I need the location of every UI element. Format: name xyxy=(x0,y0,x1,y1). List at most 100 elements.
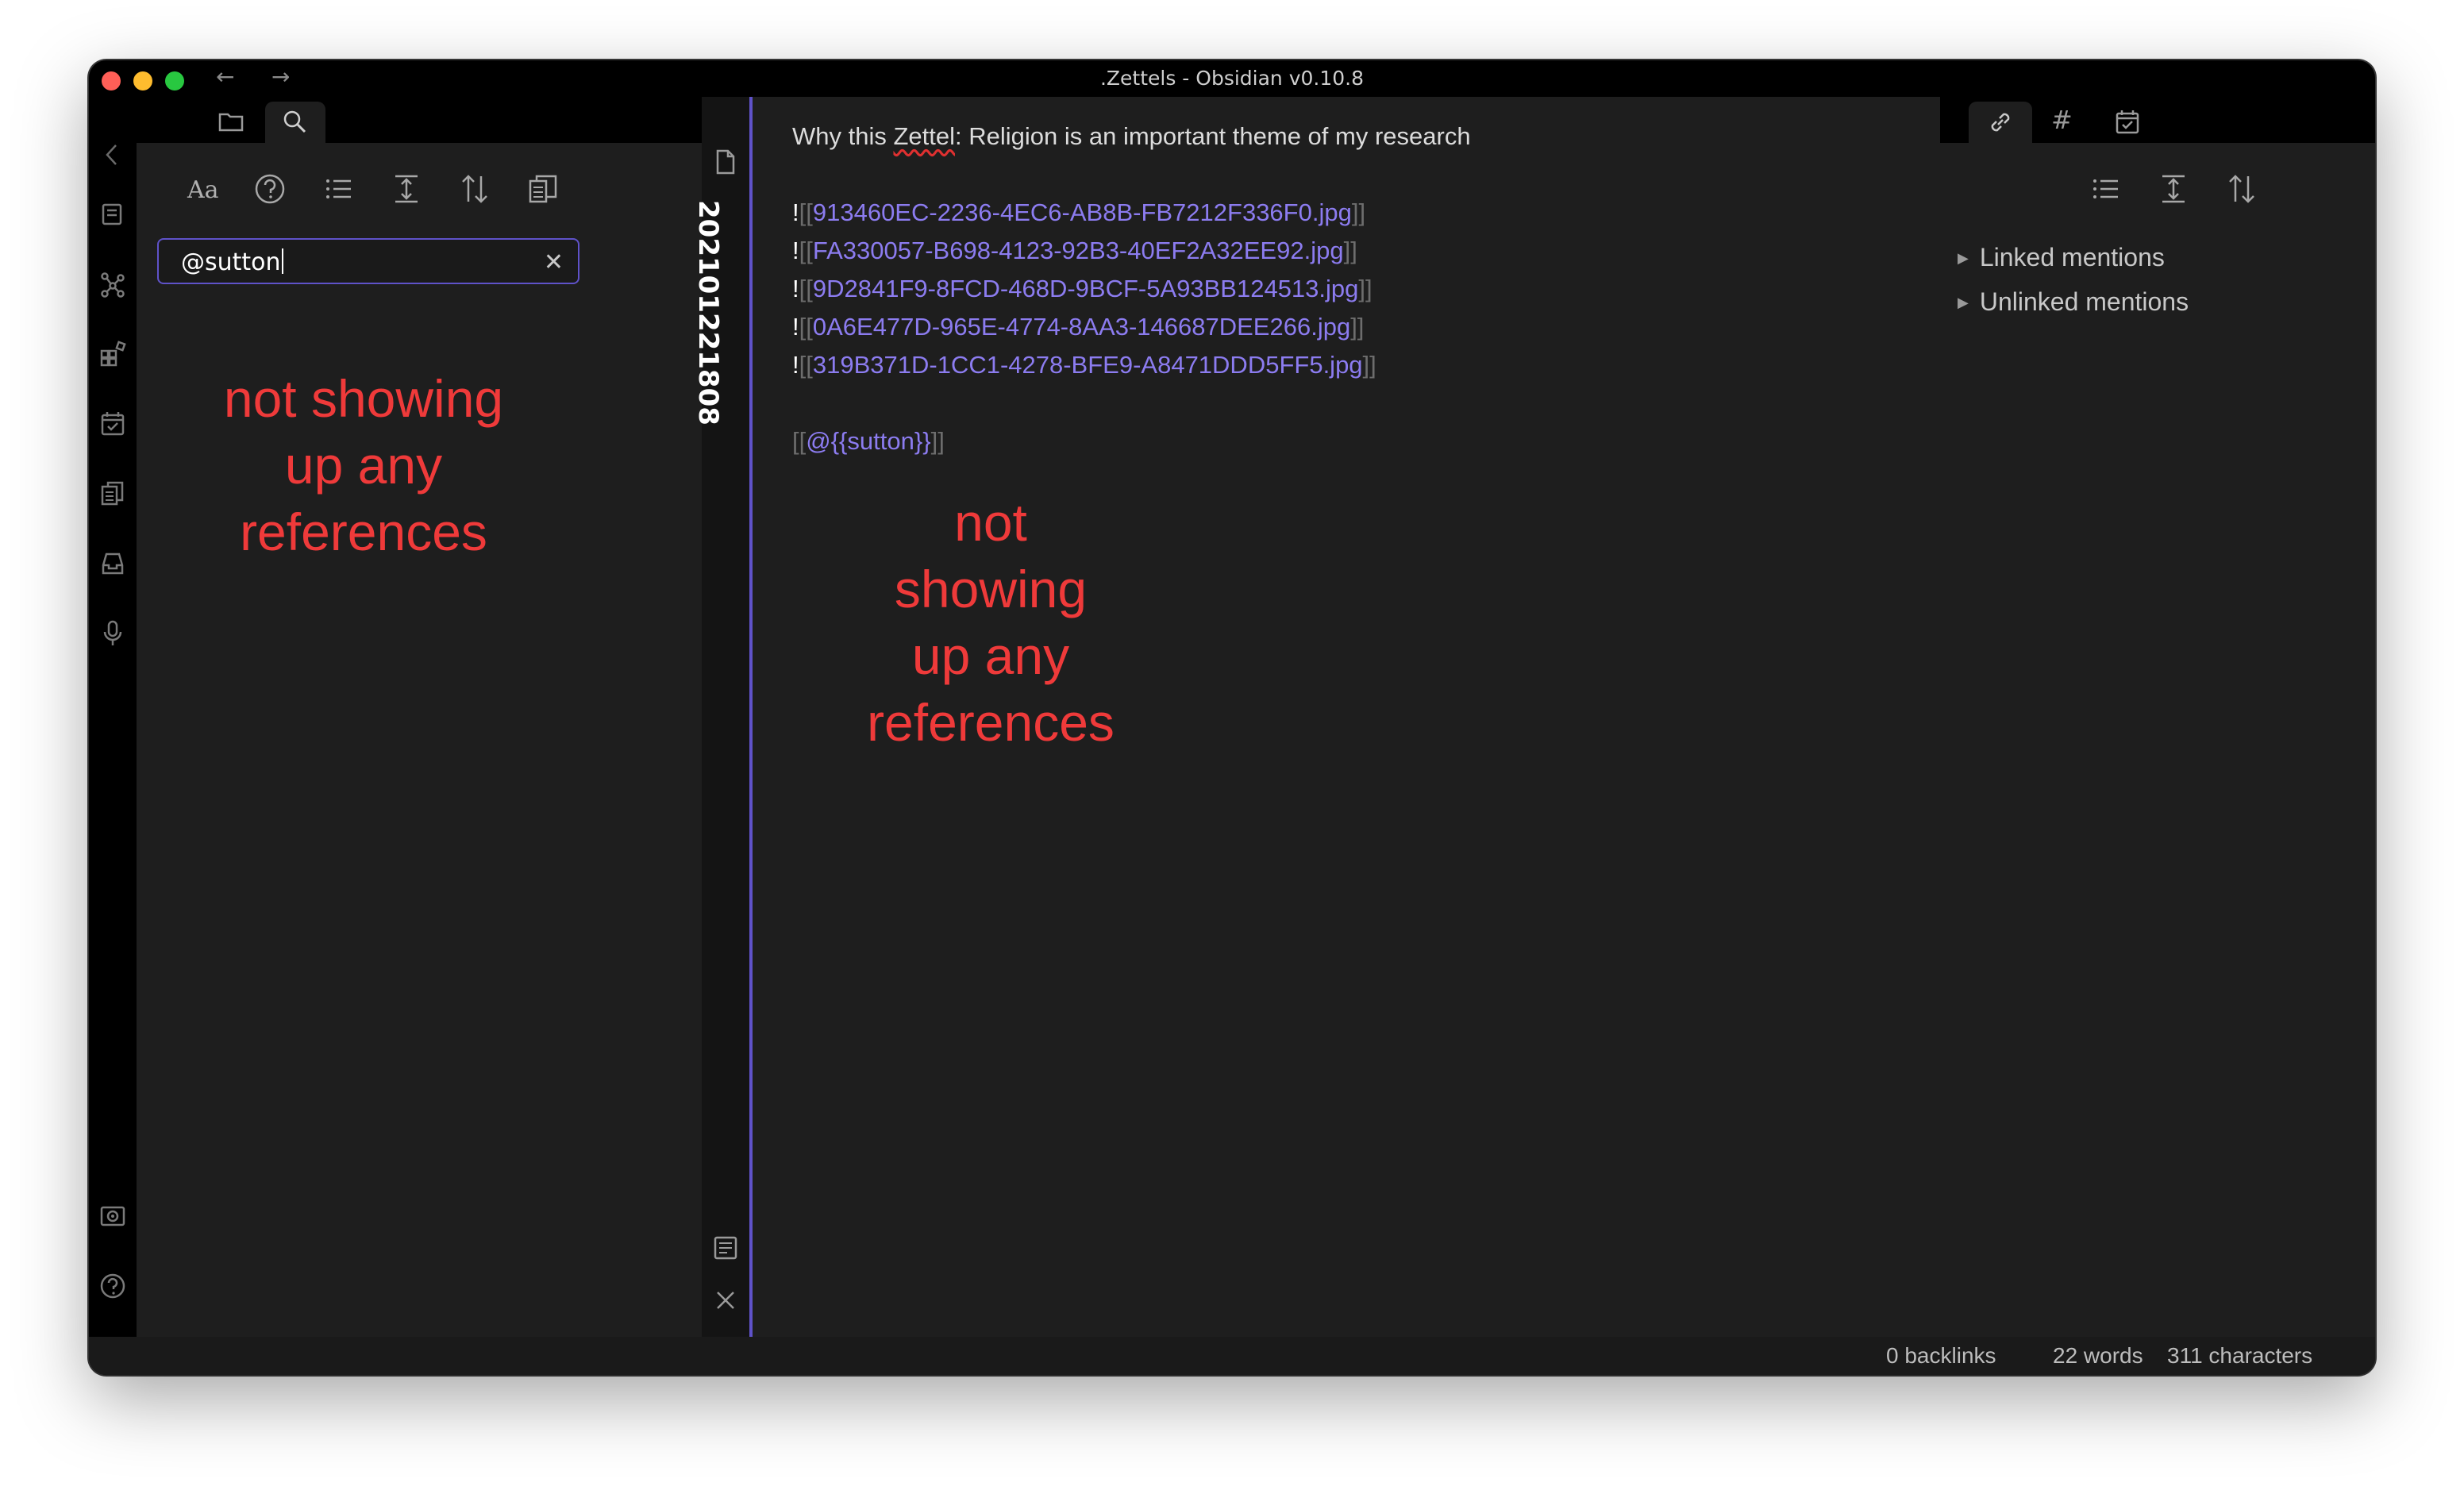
tab-tags[interactable]: # xyxy=(2032,102,2096,143)
reference-link[interactable]: @{{sutton}} xyxy=(806,427,930,455)
embed-marker: ! xyxy=(792,313,799,341)
help-icon[interactable] xyxy=(98,1272,127,1300)
sort-button[interactable] xyxy=(2224,171,2266,213)
close-brackets: ]] xyxy=(1343,237,1357,264)
open-brackets: [[ xyxy=(799,198,813,226)
collapse-icon xyxy=(395,175,418,203)
collapse-results-button[interactable] xyxy=(2088,171,2129,213)
search-help-button[interactable] xyxy=(252,171,294,213)
note-title[interactable]: 202101221808 xyxy=(692,200,724,425)
embed-marker: ! xyxy=(792,198,799,226)
left-sidebar-tabs xyxy=(137,97,702,143)
sort-button[interactable] xyxy=(457,171,499,213)
close-brackets: ]] xyxy=(930,427,945,455)
reference-link-line[interactable]: [[@{{sutton}}]] xyxy=(792,427,945,456)
collapse-triangle-icon: ▶ xyxy=(1958,250,1969,266)
sort-icon xyxy=(462,175,487,203)
templates-icon[interactable] xyxy=(98,479,127,508)
image-link[interactable]: 319B371D-1CC1-4278-BFE9-A8471DDD5FF5.jpg xyxy=(813,351,1363,379)
open-brackets: [[ xyxy=(792,427,807,455)
show-more-context-button[interactable] xyxy=(389,171,430,213)
text-caret xyxy=(281,248,283,274)
image-embed-line[interactable]: ![[FA330057-B698-4123-92B3-40EF2A32EE92.… xyxy=(792,237,1357,265)
match-case-button[interactable]: Aa xyxy=(184,171,225,213)
note-editor[interactable]: Why this Zettel: Religion is an importan… xyxy=(753,97,1940,1361)
text-span: Why this xyxy=(792,122,894,150)
preview-mode-icon[interactable] xyxy=(711,1234,740,1262)
close-pane-icon[interactable] xyxy=(711,1286,740,1315)
list-icon xyxy=(2093,179,2118,198)
annotation-line: not showing xyxy=(894,493,1088,618)
open-brackets: [[ xyxy=(799,237,813,264)
tab-calendar[interactable] xyxy=(2096,102,2159,143)
image-embed-line[interactable]: ![[0A6E477D-965E-4774-8AA3-146687DEE266.… xyxy=(792,313,1364,341)
annotation-line: references xyxy=(867,693,1115,752)
annotation-line: up any xyxy=(911,626,1070,685)
word-count: 22 words xyxy=(2053,1343,2143,1368)
unlinked-mentions-label: Unlinked mentions xyxy=(1979,287,2189,316)
sort-icon xyxy=(2229,175,2254,203)
window-title: .Zettels - Obsidian v0.10.8 xyxy=(1099,67,1365,90)
image-embed-line[interactable]: ![[9D2841F9-8FCD-468D-9BCF-5A93BB124513.… xyxy=(792,275,1373,303)
copy-results-icon xyxy=(529,175,557,203)
annotation-editor: not showing up any references xyxy=(856,489,1126,756)
embed-marker: ! xyxy=(792,237,799,264)
image-link[interactable]: FA330057-B698-4123-92B3-40EF2A32EE92.jpg xyxy=(813,237,1344,264)
annotation-left: not showing up any references xyxy=(137,365,591,565)
tab-backlinks[interactable] xyxy=(1969,102,2032,143)
image-link[interactable]: 9D2841F9-8FCD-468D-9BCF-5A93BB124513.jpg xyxy=(813,275,1359,302)
obsidian-window: ← → .Zettels - Obsidian v0.10.8 Aa @sutt… xyxy=(89,60,2375,1375)
character-count: 311 characters xyxy=(2167,1343,2313,1368)
plugins-icon[interactable] xyxy=(98,340,127,368)
collapse-triangle-icon: ▶ xyxy=(1958,295,1969,310)
tab-file-explorer[interactable] xyxy=(202,102,262,143)
list-icon xyxy=(326,179,351,198)
embed-marker: ! xyxy=(792,275,799,302)
close-brackets: ]] xyxy=(1351,198,1366,226)
image-link[interactable]: 913460EC-2236-4EC6-AB8B-FB7212F336F0.jpg xyxy=(813,198,1352,226)
daily-note-icon[interactable] xyxy=(98,410,127,438)
editor-line: Why this Zettel: Religion is an importan… xyxy=(792,122,1471,151)
file-icon[interactable] xyxy=(711,148,740,176)
open-brackets: [[ xyxy=(799,313,813,341)
editor-header-strip: 202101221808 xyxy=(692,97,749,1365)
misspelled-word[interactable]: Zettel xyxy=(893,122,955,150)
right-sidebar-tabs: # xyxy=(1940,97,2375,143)
image-embed-line[interactable]: ![[913460EC-2236-4EC6-AB8B-FB7212F336F0.… xyxy=(792,198,1365,227)
open-quick-switcher-icon[interactable] xyxy=(98,200,127,229)
text-span: : Religion is an important theme of my r… xyxy=(955,122,1471,150)
search-toolbar: Aa xyxy=(137,171,702,219)
annotation-line: not showing xyxy=(223,369,504,428)
vault-icon[interactable] xyxy=(98,1202,127,1230)
search-pane: Aa @sutton ✕ not showing up any referenc… xyxy=(137,143,702,1361)
clear-search-icon[interactable]: ✕ xyxy=(544,240,564,286)
unlinked-mentions-toggle[interactable]: ▶ Unlinked mentions xyxy=(1958,287,2189,317)
tab-search[interactable] xyxy=(265,102,325,143)
archive-icon[interactable] xyxy=(98,549,127,578)
image-link[interactable]: 0A6E477D-965E-4774-8AA3-146687DEE266.jpg xyxy=(813,313,1350,341)
match-case-icon: Aa xyxy=(187,176,219,204)
search-input[interactable]: @sutton ✕ xyxy=(157,238,579,284)
linked-mentions-label: Linked mentions xyxy=(1979,243,2165,271)
annotation-line: up any xyxy=(284,436,443,495)
collapse-left-sidebar-icon[interactable] xyxy=(103,143,121,167)
copy-results-button[interactable] xyxy=(526,171,567,213)
open-brackets: [[ xyxy=(799,351,813,379)
collapse-results-button[interactable] xyxy=(321,171,362,213)
calendar-icon xyxy=(2116,110,2139,134)
close-brackets: ]] xyxy=(1358,275,1373,302)
show-more-context-button[interactable] xyxy=(2156,171,2197,213)
search-icon xyxy=(283,110,306,133)
backlinks-pane: ▶ Linked mentions ▶ Unlinked mentions xyxy=(1940,143,2375,1361)
graph-view-icon[interactable] xyxy=(98,270,127,298)
audio-recorder-icon[interactable] xyxy=(98,619,127,648)
tag-icon: # xyxy=(2051,105,2073,135)
title-bar: ← → .Zettels - Obsidian v0.10.8 xyxy=(89,60,2375,97)
image-embed-line[interactable]: ![[319B371D-1CC1-4278-BFE9-A8471DDD5FF5.… xyxy=(792,351,1376,379)
folder-icon xyxy=(218,113,244,132)
left-ribbon xyxy=(89,97,137,1368)
linked-mentions-toggle[interactable]: ▶ Linked mentions xyxy=(1958,243,2165,272)
close-brackets: ]] xyxy=(1350,313,1365,341)
annotation-line: references xyxy=(240,502,487,561)
backlinks-count[interactable]: 0 backlinks xyxy=(1886,1343,1996,1369)
